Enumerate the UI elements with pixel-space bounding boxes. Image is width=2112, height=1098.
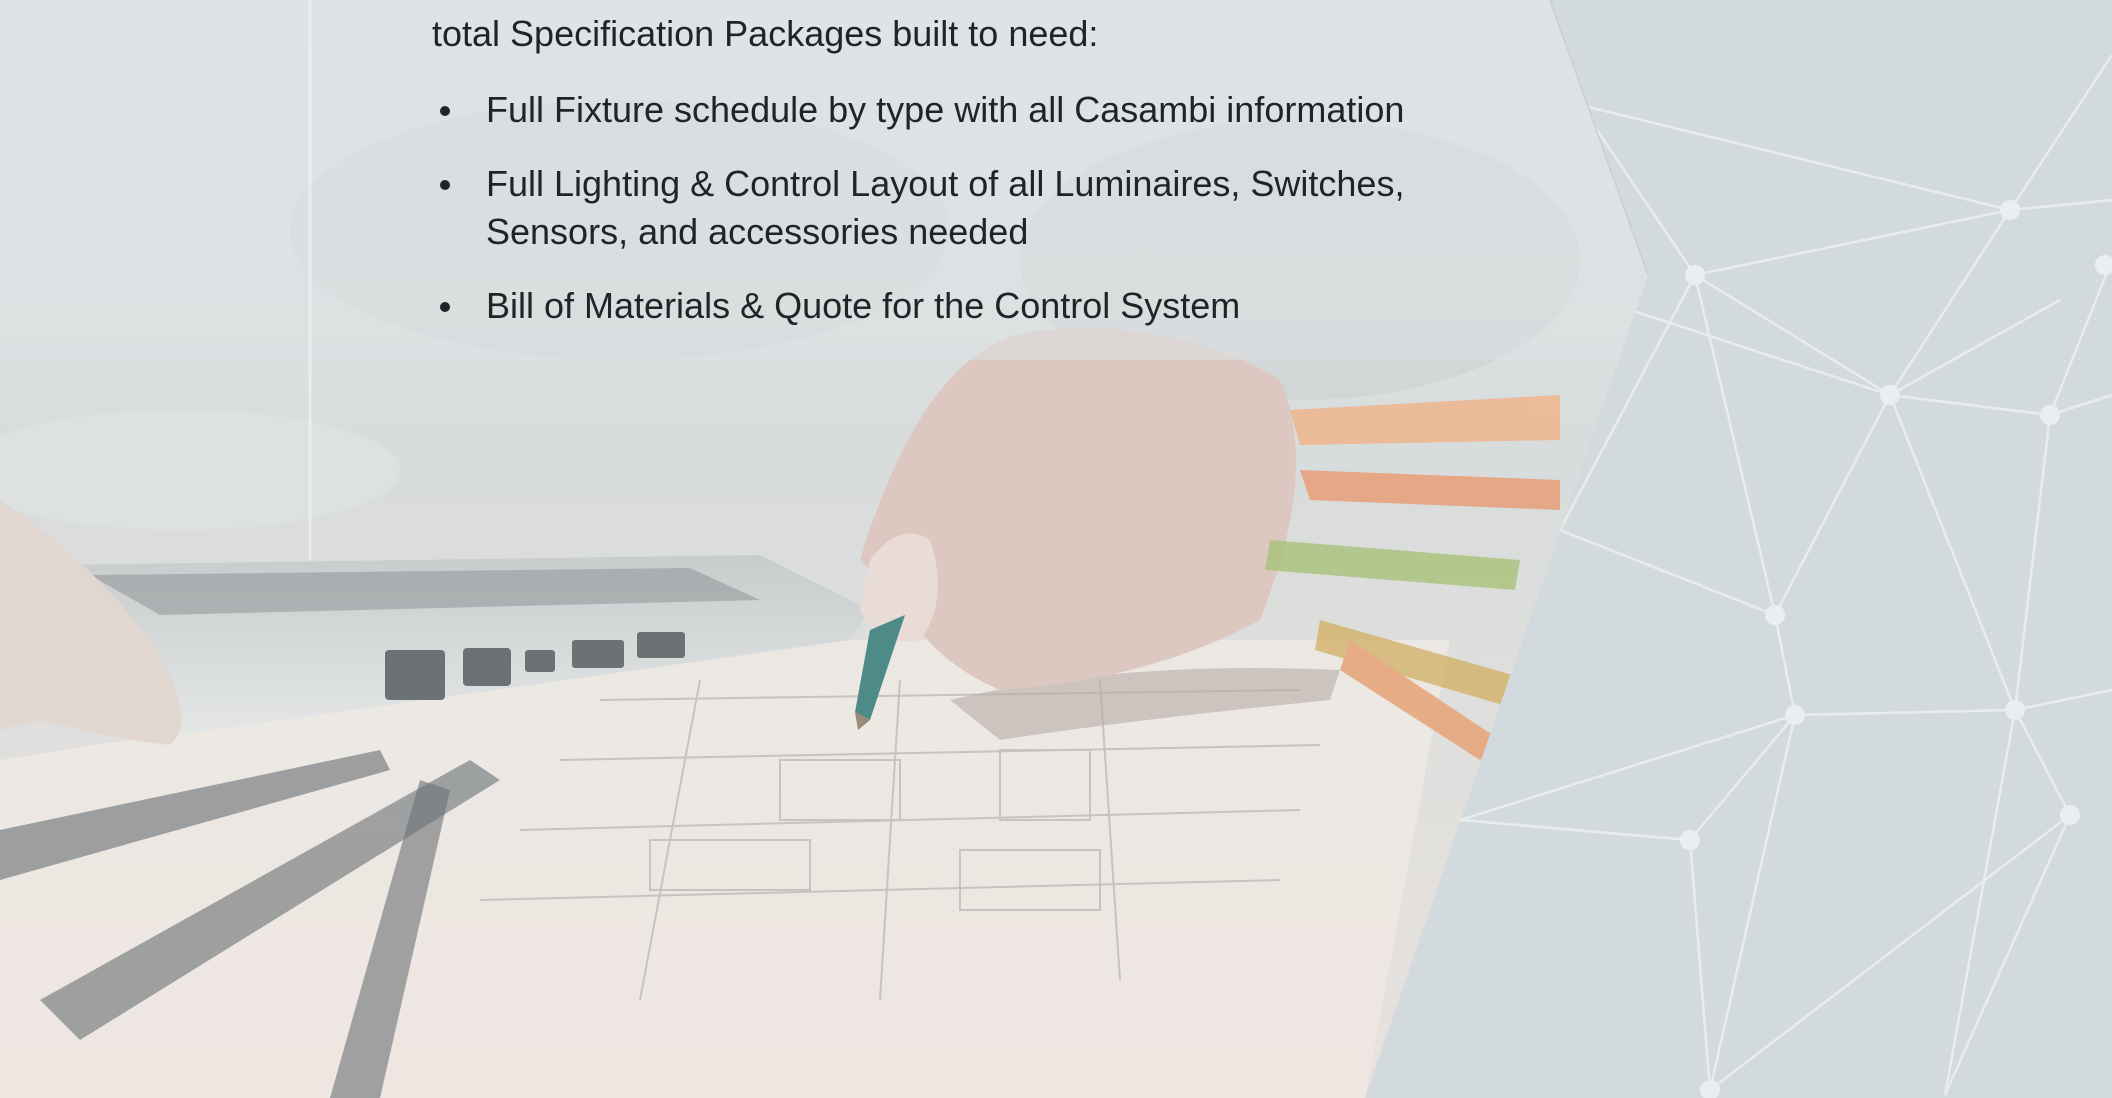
bullet-item: Full Lighting & Control Layout of all Lu… — [432, 160, 1472, 256]
bullet-dot-icon — [440, 302, 450, 312]
intro-text: total Specification Packages built to ne… — [432, 13, 1099, 54]
bullet-text: Bill of Materials & Quote for the Contro… — [486, 285, 1241, 326]
bullet-item: Bill of Materials & Quote for the Contro… — [432, 282, 1472, 330]
document-page: total Specification Packages built to ne… — [0, 0, 2112, 1098]
bullet-text: Full Fixture schedule by type with all C… — [486, 89, 1405, 130]
bullet-text: Full Lighting & Control Layout of all Lu… — [486, 163, 1405, 252]
bullet-dot-icon — [440, 180, 450, 190]
bullet-item: Full Fixture schedule by type with all C… — [432, 86, 1472, 134]
bullet-list: Full Fixture schedule by type with all C… — [432, 86, 1472, 356]
bullet-dot-icon — [440, 106, 450, 116]
